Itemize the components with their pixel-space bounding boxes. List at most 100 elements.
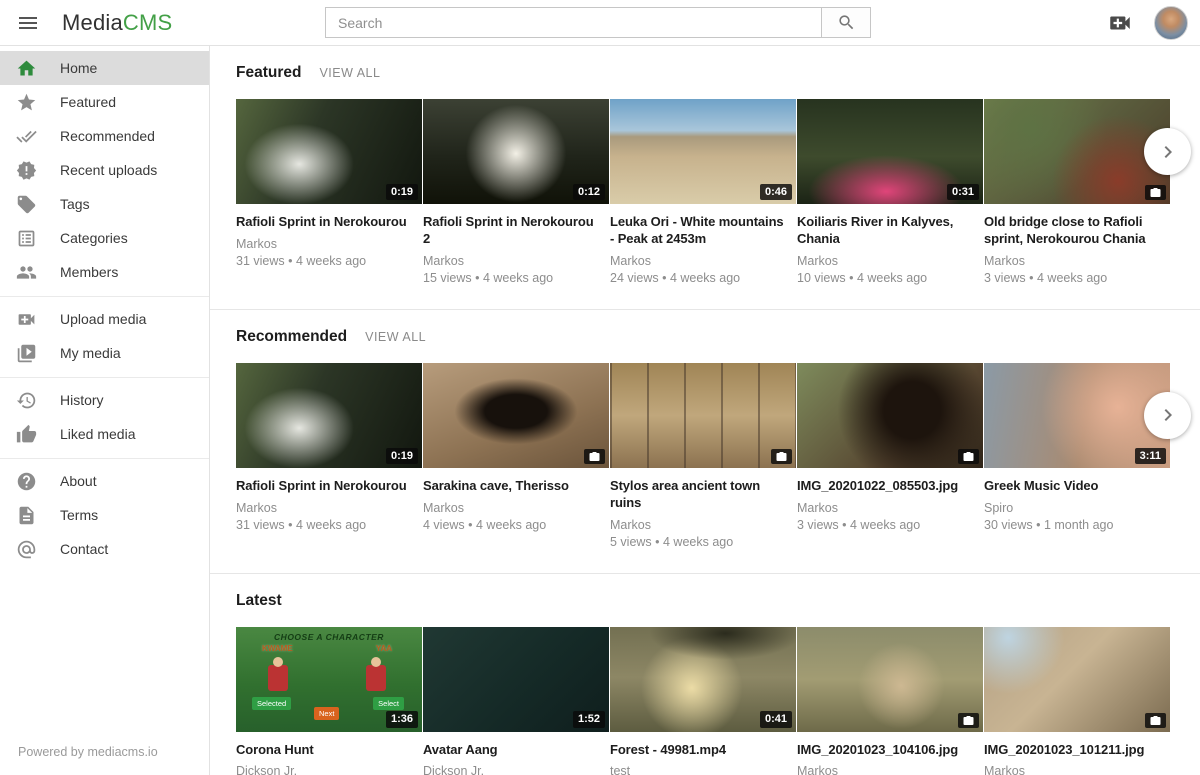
media-meta: 10 views • 4 weeks ago bbox=[797, 271, 983, 285]
search-input[interactable] bbox=[326, 8, 821, 37]
media-card[interactable]: IMG_20201022_085503.jpg Markos 3 views •… bbox=[797, 363, 983, 549]
media-card[interactable]: 0:19 Rafioli Sprint in Nerokourou Markos… bbox=[236, 363, 422, 549]
sidebar: HomeFeaturedRecommendedRecent uploadsTag… bbox=[0, 46, 210, 775]
sidebar-item-featured[interactable]: Featured bbox=[0, 85, 209, 119]
media-thumbnail[interactable]: 1:52 bbox=[423, 627, 609, 732]
game-character-sprite bbox=[268, 665, 288, 691]
media-author[interactable]: Markos bbox=[423, 254, 609, 268]
media-card[interactable]: 0:31 Koiliaris River in Kalyves, Chania … bbox=[797, 99, 983, 285]
sidebar-item-home[interactable]: Home bbox=[0, 51, 209, 85]
media-title[interactable]: Forest - 49981.mp4 bbox=[610, 742, 788, 759]
media-author[interactable]: Markos bbox=[797, 254, 983, 268]
media-author[interactable]: Markos bbox=[236, 501, 422, 515]
media-author[interactable]: Markos bbox=[423, 501, 609, 515]
media-thumbnail[interactable] bbox=[423, 363, 609, 468]
media-author[interactable]: Markos bbox=[610, 254, 796, 268]
media-thumbnail[interactable]: 0:41 bbox=[610, 627, 796, 732]
sidebar-item-contact[interactable]: Contact bbox=[0, 532, 209, 566]
main-content: FeaturedVIEW ALL 0:19 Rafioli Sprint in … bbox=[210, 46, 1200, 775]
media-thumbnail[interactable] bbox=[984, 627, 1170, 732]
media-title[interactable]: Rafioli Sprint in Nerokourou 2 bbox=[423, 214, 601, 248]
new-releases-icon bbox=[16, 160, 37, 181]
media-author[interactable]: Markos bbox=[984, 254, 1170, 268]
search-button[interactable] bbox=[821, 8, 870, 37]
sidebar-item-history[interactable]: History bbox=[0, 383, 209, 417]
media-author[interactable]: Dickson Jr. bbox=[423, 764, 609, 775]
media-title[interactable]: Greek Music Video bbox=[984, 478, 1162, 495]
media-card[interactable]: Old bridge close to Rafioli sprint, Nero… bbox=[984, 99, 1170, 285]
media-card[interactable]: IMG_20201023_101211.jpg Markos 4 views •… bbox=[984, 627, 1170, 775]
media-title[interactable]: Stylos area ancient town ruins bbox=[610, 478, 788, 512]
media-author[interactable]: Dickson Jr. bbox=[236, 764, 422, 775]
sidebar-item-recent-uploads[interactable]: Recent uploads bbox=[0, 153, 209, 187]
media-card[interactable]: 0:12 Rafioli Sprint in Nerokourou 2 Mark… bbox=[423, 99, 609, 285]
media-title[interactable]: IMG_20201022_085503.jpg bbox=[797, 478, 975, 495]
sidebar-item-members[interactable]: Members bbox=[0, 255, 209, 289]
sidebar-group: AboutTermsContact bbox=[0, 459, 209, 573]
media-author[interactable]: test bbox=[610, 764, 796, 775]
media-title[interactable]: Corona Hunt bbox=[236, 742, 414, 759]
carousel-next-button[interactable] bbox=[1144, 392, 1191, 439]
media-card[interactable]: CHOOSE A CHARACTER KWAME YAA Selected Ne… bbox=[236, 627, 422, 775]
media-thumbnail[interactable]: 0:19 bbox=[236, 363, 422, 468]
chevron-right-icon bbox=[1156, 403, 1180, 427]
media-thumbnail[interactable]: 0:12 bbox=[423, 99, 609, 204]
media-thumbnail[interactable] bbox=[797, 363, 983, 468]
duration-badge: 0:46 bbox=[760, 184, 792, 200]
media-title[interactable]: Rafioli Sprint in Nerokourou bbox=[236, 214, 414, 231]
media-card[interactable]: 0:19 Rafioli Sprint in Nerokourou Markos… bbox=[236, 99, 422, 285]
sidebar-item-categories[interactable]: Categories bbox=[0, 221, 209, 255]
duration-badge: 1:36 bbox=[386, 711, 418, 727]
media-title[interactable]: Old bridge close to Rafioli sprint, Nero… bbox=[984, 214, 1162, 248]
media-title[interactable]: Sarakina cave, Therisso bbox=[423, 478, 601, 495]
upload-media-button[interactable] bbox=[1106, 9, 1134, 37]
sidebar-item-about[interactable]: About bbox=[0, 464, 209, 498]
media-thumbnail[interactable] bbox=[797, 627, 983, 732]
media-card[interactable]: Sarakina cave, Therisso Markos 4 views •… bbox=[423, 363, 609, 549]
media-meta: 15 views • 4 weeks ago bbox=[423, 271, 609, 285]
star-icon bbox=[16, 92, 37, 113]
sidebar-item-liked-media[interactable]: Liked media bbox=[0, 417, 209, 451]
media-author[interactable]: Markos bbox=[984, 764, 1170, 775]
sidebar-item-tags[interactable]: Tags bbox=[0, 187, 209, 221]
sidebar-item-upload-media[interactable]: Upload media bbox=[0, 302, 209, 336]
group-icon bbox=[16, 262, 37, 283]
media-title[interactable]: Koiliaris River in Kalyves, Chania bbox=[797, 214, 975, 248]
user-avatar[interactable] bbox=[1154, 6, 1188, 40]
media-thumbnail[interactable]: 0:31 bbox=[797, 99, 983, 204]
media-author[interactable]: Markos bbox=[236, 237, 422, 251]
carousel-next-button[interactable] bbox=[1144, 128, 1191, 175]
media-card[interactable]: IMG_20201023_104106.jpg Markos 4 views •… bbox=[797, 627, 983, 775]
media-thumbnail[interactable] bbox=[984, 99, 1170, 204]
media-card[interactable]: 0:46 Leuka Ori - White mountains - Peak … bbox=[610, 99, 796, 285]
app-logo[interactable]: MediaCMS bbox=[62, 10, 172, 36]
sidebar-item-recommended[interactable]: Recommended bbox=[0, 119, 209, 153]
view-all-link[interactable]: VIEW ALL bbox=[365, 330, 426, 344]
view-all-link[interactable]: VIEW ALL bbox=[319, 66, 380, 80]
media-card[interactable]: Stylos area ancient town ruins Markos 5 … bbox=[610, 363, 796, 549]
media-thumbnail[interactable]: 0:19 bbox=[236, 99, 422, 204]
media-thumbnail[interactable]: CHOOSE A CHARACTER KWAME YAA Selected Ne… bbox=[236, 627, 422, 732]
media-author[interactable]: Markos bbox=[797, 764, 983, 775]
sidebar-item-my-media[interactable]: My media bbox=[0, 336, 209, 370]
media-title[interactable]: IMG_20201023_104106.jpg bbox=[797, 742, 975, 759]
media-thumbnail[interactable]: 0:46 bbox=[610, 99, 796, 204]
sidebar-item-label: Categories bbox=[60, 230, 128, 246]
media-card[interactable]: 1:52 Avatar Aang Dickson Jr. 12 views • … bbox=[423, 627, 609, 775]
media-card[interactable]: 0:41 Forest - 49981.mp4 test 17 views • … bbox=[610, 627, 796, 775]
media-thumbnail[interactable] bbox=[610, 363, 796, 468]
media-title[interactable]: Avatar Aang bbox=[423, 742, 601, 759]
media-title[interactable]: IMG_20201023_101211.jpg bbox=[984, 742, 1162, 759]
media-author[interactable]: Markos bbox=[797, 501, 983, 515]
media-card[interactable]: 3:11 Greek Music Video Spiro 30 views • … bbox=[984, 363, 1170, 549]
media-title[interactable]: Rafioli Sprint in Nerokourou bbox=[236, 478, 414, 495]
media-author[interactable]: Spiro bbox=[984, 501, 1170, 515]
media-author[interactable]: Markos bbox=[610, 518, 796, 532]
media-thumbnail[interactable]: 3:11 bbox=[984, 363, 1170, 468]
media-title[interactable]: Leuka Ori - White mountains - Peak at 24… bbox=[610, 214, 788, 248]
hamburger-menu-icon[interactable] bbox=[14, 9, 42, 37]
media-meta: 31 views • 4 weeks ago bbox=[236, 518, 422, 532]
sidebar-item-terms[interactable]: Terms bbox=[0, 498, 209, 532]
powered-by-link[interactable]: Powered by mediacms.io bbox=[0, 731, 209, 775]
sidebar-group: HistoryLiked media bbox=[0, 378, 209, 459]
